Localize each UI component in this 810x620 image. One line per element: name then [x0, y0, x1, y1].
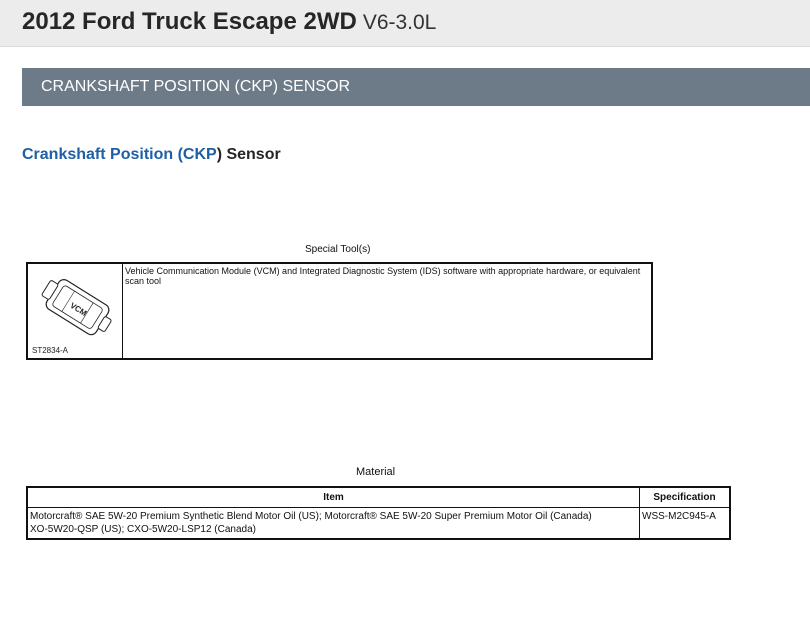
material-specification: WSS-M2C945-A: [639, 507, 731, 540]
material-table: Item Specification Motorcraft® SAE 5W-20…: [26, 486, 731, 540]
material-item-cell: Motorcraft® SAE 5W-20 Premium Synthetic …: [26, 507, 640, 540]
column-header-item: Item: [26, 486, 640, 508]
vehicle-name: 2012 Ford Truck Escape 2WD: [22, 8, 357, 35]
page-title-part1: Crankshaft Position (: [22, 146, 183, 163]
section-header: CRANKSHAFT POSITION (CKP) SENSOR: [22, 68, 810, 106]
section-title: CRANKSHAFT POSITION (CKP) SENSOR: [41, 78, 351, 95]
material-caption: Material: [356, 466, 396, 478]
page-title-ckp: CKP: [182, 146, 217, 163]
top-bar: 2012 Ford Truck Escape 2WD V6-3.0L: [0, 0, 810, 47]
engine-label: V6-3.0L: [362, 11, 437, 34]
page-title-part3: ) Sensor: [216, 146, 281, 163]
material-item-line2: XO-5W20-QSP (US); CXO-5W20-LSP12 (Canada…: [30, 524, 257, 535]
tool-image-code: ST2834-A: [32, 346, 69, 355]
page-title: Crankshaft Position (CKP) Sensor: [22, 146, 281, 164]
column-header-specification: Specification: [639, 486, 731, 508]
tool-description: Vehicle Communication Module (VCM) and I…: [122, 262, 653, 360]
table-row: Motorcraft® SAE 5W-20 Premium Synthetic …: [26, 507, 731, 540]
table-header-row: Item Specification: [26, 486, 731, 508]
vehicle-title: 2012 Ford Truck Escape 2WD V6-3.0L: [22, 8, 436, 37]
tool-image-cell: VCM ST2834-A: [26, 262, 123, 360]
special-tools-caption: Special Tool(s): [305, 244, 371, 255]
vcm-device-icon: VCM: [41, 279, 112, 336]
material-item-line1: Motorcraft® SAE 5W-20 Premium Synthetic …: [30, 511, 592, 522]
special-tools-table: VCM ST2834-A Vehicle Communication Modul…: [26, 262, 653, 360]
table-row: VCM ST2834-A Vehicle Communication Modul…: [26, 262, 653, 360]
